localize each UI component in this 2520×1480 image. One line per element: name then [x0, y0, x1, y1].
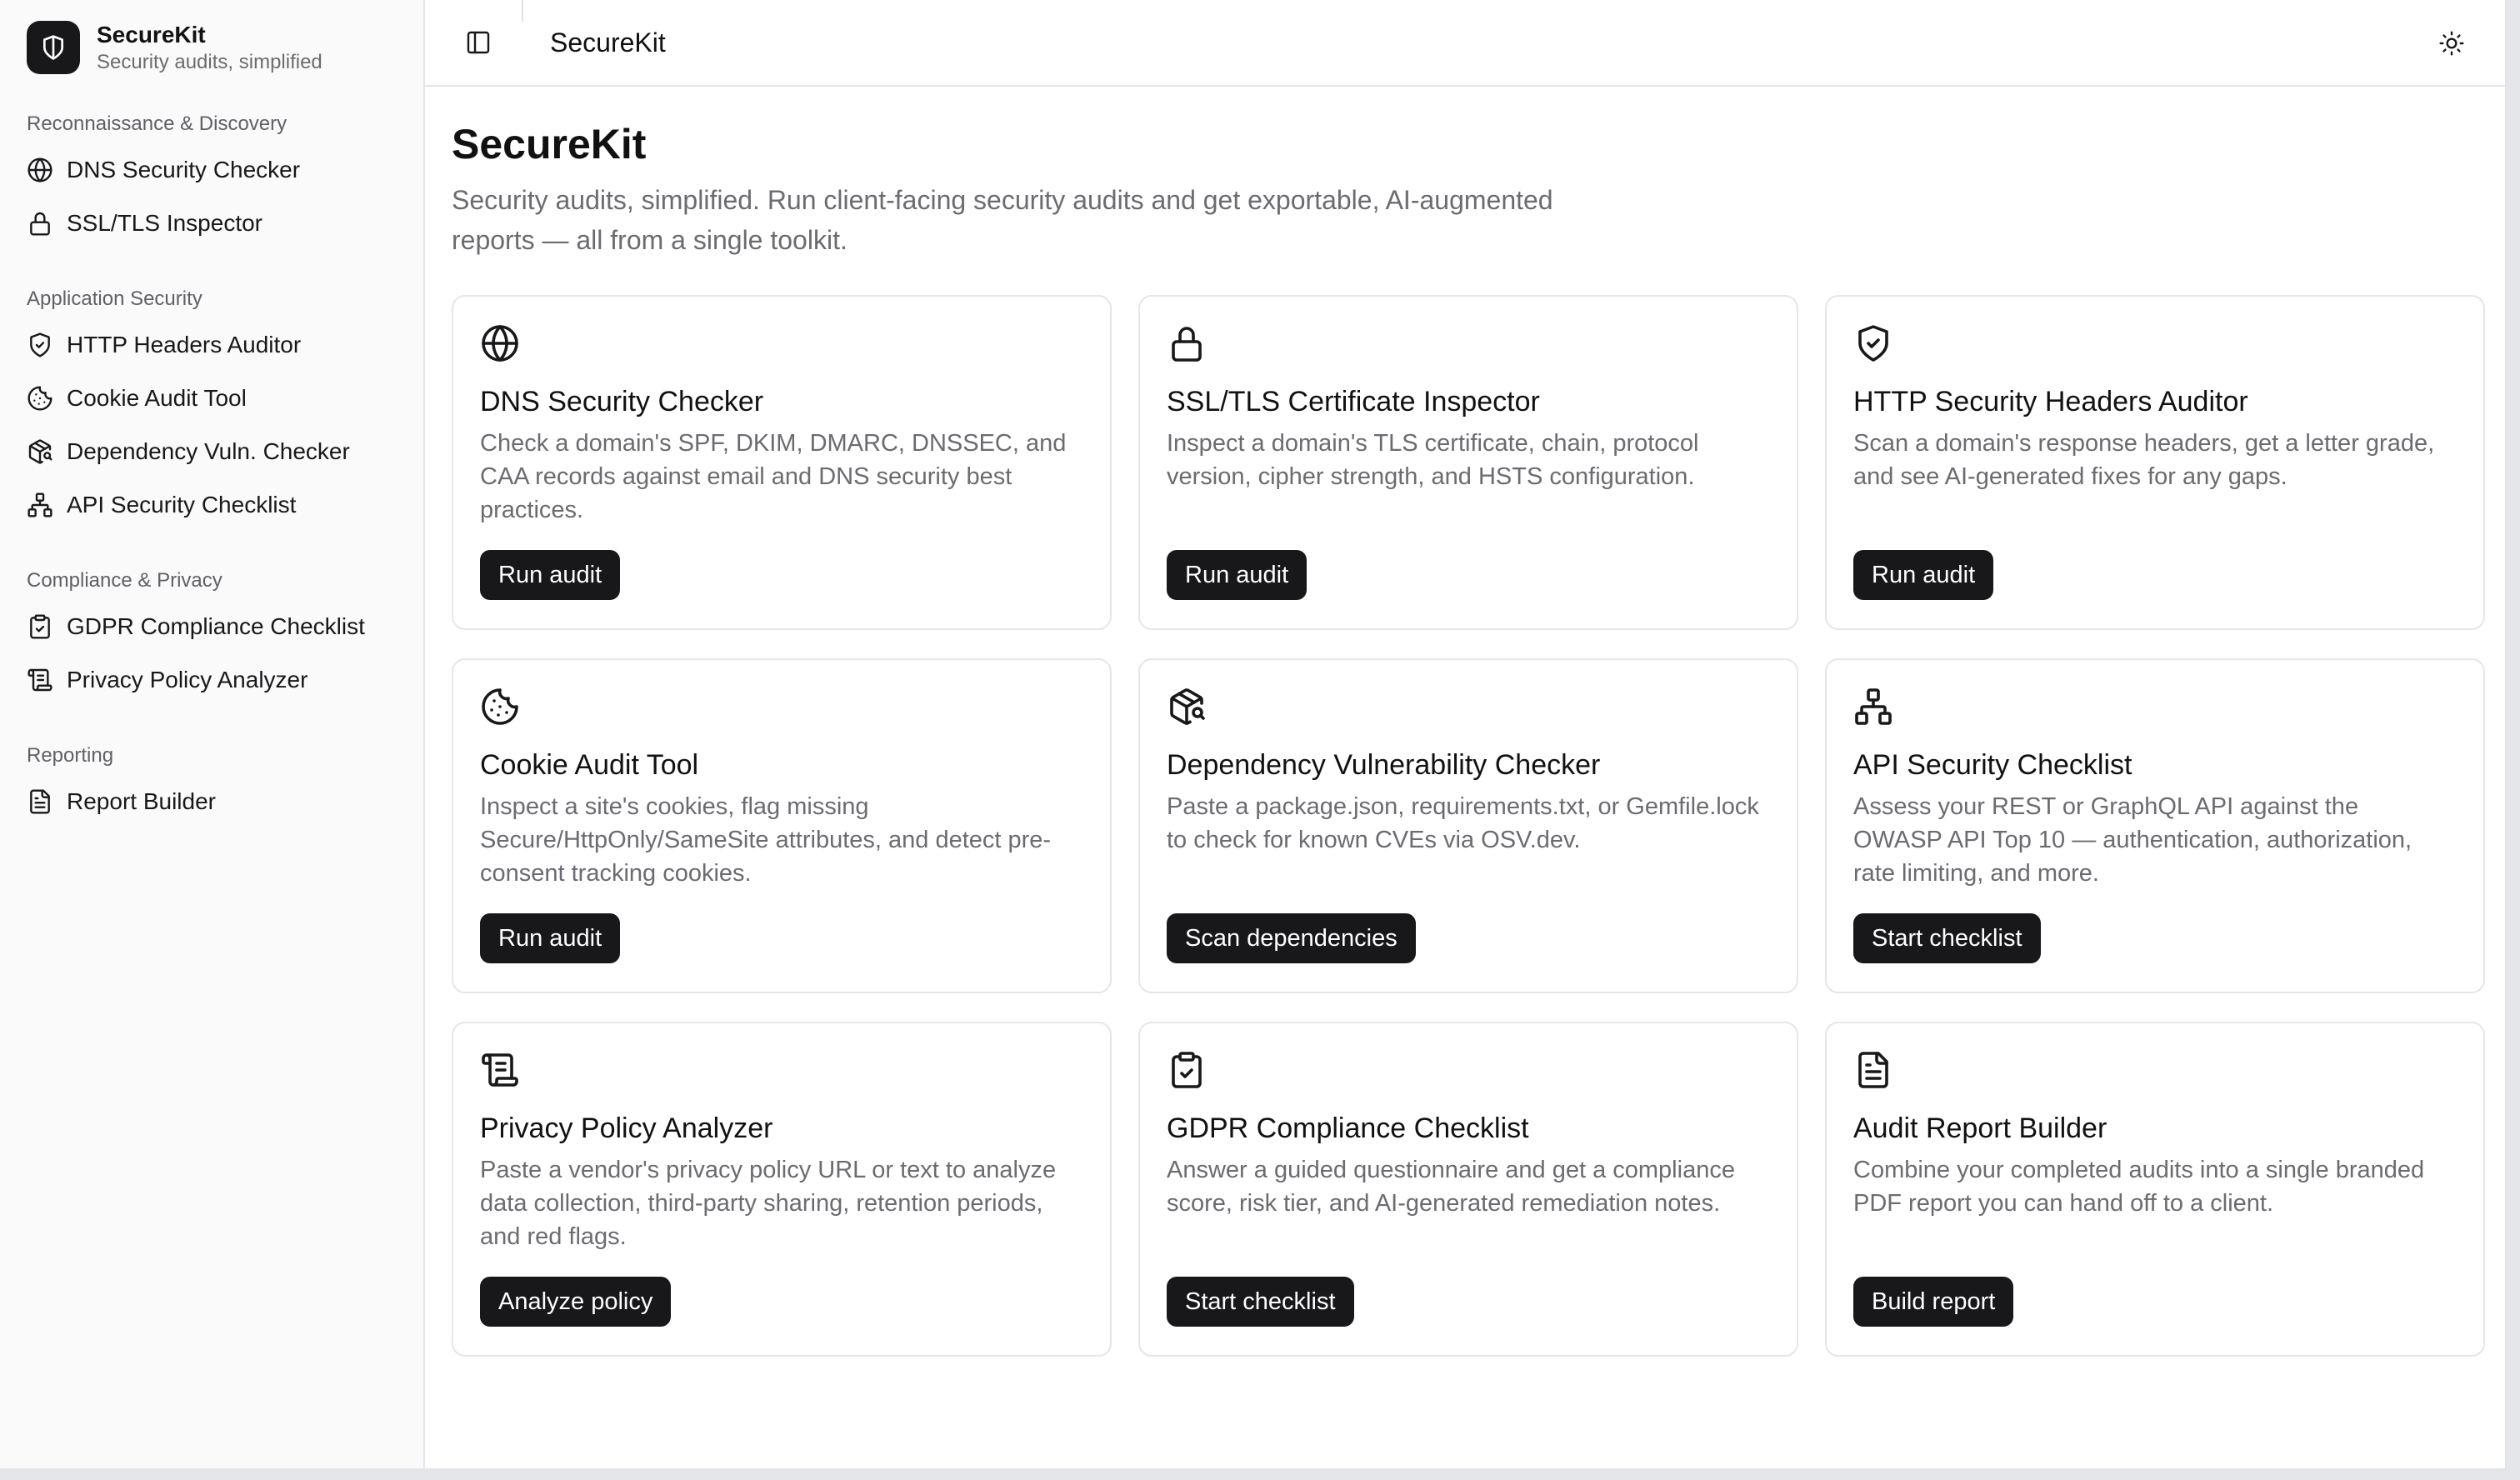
tool-card-privacy-policy-analyzer: Privacy Policy Analyzer Paste a vendor's… — [452, 1022, 1112, 1357]
tool-card-audit-report-builder: Audit Report Builder Combine your comple… — [1825, 1022, 2485, 1357]
tool-card-grid: DNS Security Checker Check a domain's SP… — [452, 295, 2485, 1357]
globe-icon — [480, 323, 520, 363]
scan-dependencies-button[interactable]: Scan dependencies — [1167, 913, 1416, 963]
sidebar-item-dependency-vuln-checker[interactable]: Dependency Vuln. Checker — [27, 425, 397, 478]
tool-card-dns-security-checker: DNS Security Checker Check a domain's SP… — [452, 295, 1112, 630]
card-title: HTTP Security Headers Auditor — [1853, 386, 2248, 418]
scroll-text-icon — [27, 667, 53, 693]
app-window: SecureKit Security audits, simplified Re… — [0, 0, 2507, 1470]
clipboard-check-icon — [27, 613, 53, 640]
sidebar: SecureKit Security audits, simplified Re… — [0, 0, 425, 1468]
build-report-button[interactable]: Build report — [1853, 1277, 2014, 1327]
sidebar-toggle-button[interactable] — [452, 16, 505, 69]
card-title: API Security Checklist — [1853, 749, 2132, 781]
tool-card-ssl-tls-inspector: SSL/TLS Certificate Inspector Inspect a … — [1138, 295, 1798, 630]
sidebar-item-privacy-policy-analyzer[interactable]: Privacy Policy Analyzer — [27, 653, 397, 707]
card-description: Combine your completed audits into a sin… — [1853, 1157, 2425, 1217]
brand-tagline: Security audits, simplified — [97, 51, 322, 73]
brand-name: SecureKit — [97, 22, 206, 48]
run-audit-button[interactable]: Run audit — [480, 550, 621, 600]
sidebar-item-gdpr-compliance-checklist[interactable]: GDPR Compliance Checklist — [27, 600, 397, 653]
sidebar-item-label: HTTP Headers Auditor — [67, 332, 302, 358]
card-title: Dependency Vulnerability Checker — [1167, 749, 1601, 781]
run-audit-button[interactable]: Run audit — [1853, 550, 1994, 600]
sidebar-group-title: Reporting — [27, 744, 114, 767]
sidebar-item-http-headers-auditor[interactable]: HTTP Headers Auditor — [27, 318, 397, 372]
tool-card-dependency-vulnerability-checker: Dependency Vulnerability Checker Paste a… — [1138, 658, 1798, 993]
start-checklist-button[interactable]: Start checklist — [1167, 1277, 1354, 1327]
topbar-title: SecureKit — [550, 27, 666, 58]
card-description: Answer a guided questionnaire and get a … — [1167, 1157, 1735, 1217]
card-title: GDPR Compliance Checklist — [1167, 1112, 1529, 1144]
sidebar-item-api-security-checklist[interactable]: API Security Checklist — [27, 478, 397, 532]
sidebar-item-report-builder[interactable]: Report Builder — [27, 775, 397, 828]
sidebar-group-title: Reconnaissance & Discovery — [27, 112, 288, 135]
card-description: Inspect a site's cookies, flag missing S… — [480, 793, 1052, 887]
sidebar-group-title: Compliance & Privacy — [27, 569, 222, 592]
card-title: Privacy Policy Analyzer — [480, 1112, 773, 1144]
sidebar-group-title: Application Security — [27, 288, 202, 310]
page-title: SecureKit — [452, 121, 647, 168]
sidebar-item-ssl-tls-inspector[interactable]: SSL/TLS Inspector — [27, 197, 397, 250]
lock-icon — [1167, 323, 1207, 363]
file-text-icon — [27, 788, 53, 815]
cookie-icon — [27, 385, 53, 412]
file-text-icon — [1853, 1050, 1893, 1090]
start-checklist-button[interactable]: Start checklist — [1853, 913, 2041, 963]
shield-logo-icon — [27, 21, 80, 74]
card-description: Paste a vendor's privacy policy URL or t… — [480, 1157, 1057, 1250]
tool-card-gdpr-compliance-checklist: GDPR Compliance Checklist Answer a guide… — [1138, 1022, 1798, 1357]
sidebar-item-label: Privacy Policy Analyzer — [67, 667, 308, 692]
card-description: Scan a domain's response headers, get a … — [1853, 430, 2435, 490]
theme-toggle-button[interactable] — [2425, 17, 2478, 70]
shield-check-icon — [1853, 323, 1893, 363]
card-description: Paste a package.json, requirements.txt, … — [1167, 793, 1759, 853]
sidebar-item-label: SSL/TLS Inspector — [67, 210, 263, 236]
sidebar-item-label: Dependency Vuln. Checker — [67, 438, 350, 464]
globe-icon — [27, 157, 53, 183]
sidebar-item-label: API Security Checklist — [67, 492, 297, 518]
card-description: Check a domain's SPF, DKIM, DMARC, DNSSE… — [480, 430, 1067, 523]
topbar-divider — [522, 0, 523, 22]
tool-card-http-headers-auditor: HTTP Security Headers Auditor Scan a dom… — [1825, 295, 2485, 630]
package-search-icon — [1167, 687, 1207, 727]
panel-left-icon — [467, 31, 490, 54]
sidebar-item-dns-security-checker[interactable]: DNS Security Checker — [27, 143, 397, 197]
card-title: Audit Report Builder — [1853, 1112, 2108, 1144]
brand[interactable]: SecureKit Security audits, simplified — [27, 20, 397, 75]
main-area: SecureKit SecureKit Security audits, sim… — [425, 0, 2505, 1468]
card-title: Cookie Audit Tool — [480, 749, 699, 781]
tool-card-cookie-audit-tool: Cookie Audit Tool Inspect a site's cooki… — [452, 658, 1112, 993]
run-audit-button[interactable]: Run audit — [480, 913, 621, 963]
card-title: SSL/TLS Certificate Inspector — [1167, 386, 1540, 418]
tool-card-api-security-checklist: API Security Checklist Assess your REST … — [1825, 658, 2485, 993]
network-icon — [1853, 687, 1893, 727]
clipboard-check-icon — [1167, 1050, 1207, 1090]
sidebar-item-label: Report Builder — [67, 788, 216, 814]
run-audit-button[interactable]: Run audit — [1167, 550, 1308, 600]
sidebar-item-label: DNS Security Checker — [67, 157, 301, 182]
sidebar-item-label: Cookie Audit Tool — [67, 385, 247, 411]
scroll-text-icon — [480, 1050, 520, 1090]
network-icon — [27, 492, 53, 518]
cookie-icon — [480, 687, 520, 727]
page-description: Security audits, simplified. Run client-… — [452, 185, 1553, 255]
sidebar-item-label: GDPR Compliance Checklist — [67, 613, 365, 639]
sidebar-item-cookie-audit-tool[interactable]: Cookie Audit Tool — [27, 372, 397, 425]
shield-check-icon — [27, 332, 53, 358]
card-description: Inspect a domain's TLS certificate, chai… — [1167, 430, 1699, 490]
topbar: SecureKit — [425, 0, 2505, 87]
package-search-icon — [27, 438, 53, 465]
sun-icon — [2439, 31, 2464, 56]
content: SecureKit Security audits, simplified. R… — [425, 87, 2505, 1357]
analyze-policy-button[interactable]: Analyze policy — [480, 1277, 672, 1327]
card-title: DNS Security Checker — [480, 386, 764, 418]
card-description: Assess your REST or GraphQL API against … — [1853, 793, 2412, 887]
lock-icon — [27, 210, 53, 237]
